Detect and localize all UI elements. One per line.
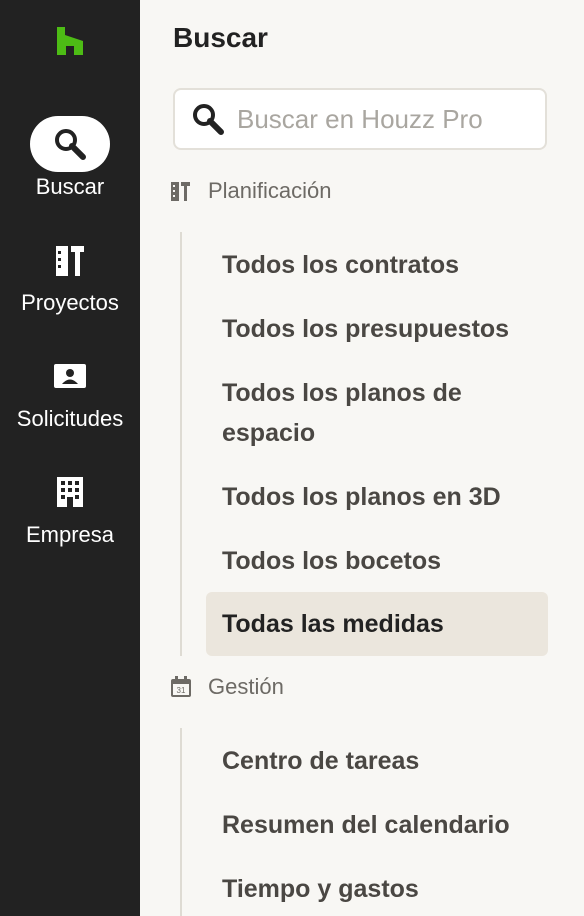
menu-item-resumen-calendario[interactable]: Resumen del calendario [206,800,548,850]
left-nav-rail: Buscar Proyectos Solicitudes Empresa [0,0,140,916]
search-input[interactable] [237,103,527,135]
nav-item-empresa[interactable]: Empresa [0,464,140,548]
projects-icon [30,232,110,288]
menu-item-planos-3d[interactable]: Todos los planos en 3D [206,472,548,522]
search-panel: Buscar Planificación Todos los contratos… [140,0,584,916]
building-icon [30,464,110,520]
houzz-logo-icon[interactable] [55,25,85,57]
nav-label-solicitudes: Solicitudes [16,406,124,431]
section-header-planificacion: Planificación [170,178,332,204]
svg-text:31: 31 [177,686,186,695]
menu-item-contratos[interactable]: Todos los contratos [206,240,548,290]
menu-item-presupuestos[interactable]: Todos los presupuestos [206,304,548,354]
nav-item-proyectos[interactable]: Proyectos [0,232,140,316]
section-label: Gestión [208,674,284,699]
calendar-icon: 31 [170,676,192,698]
menu-item-planos-espacio[interactable]: Todos los planos de espacio [206,368,548,458]
section-label: Planificación [208,178,332,203]
search-icon [30,116,110,172]
search-box[interactable] [173,88,547,150]
menu-item-tiempo-gastos[interactable]: Tiempo y gastos [206,864,548,914]
nav-label-empresa: Empresa [25,522,115,547]
section-header-gestion: 31 Gestión [170,674,284,700]
search-icon [191,102,225,136]
menu-item-centro-tareas[interactable]: Centro de tareas [206,736,548,786]
menu-item-medidas[interactable]: Todas las medidas [206,592,548,656]
nav-item-buscar[interactable]: Buscar [0,116,140,200]
contact-card-icon [30,348,110,404]
nav-item-solicitudes[interactable]: Solicitudes [0,348,140,432]
section-divider-line [180,232,182,656]
menu-item-bocetos[interactable]: Todos los bocetos [206,536,548,586]
nav-label-buscar: Buscar [35,174,105,199]
nav-label-proyectos: Proyectos [21,290,119,315]
planning-icon [170,180,192,202]
section-divider-line [180,728,182,916]
page-title: Buscar [173,22,268,53]
